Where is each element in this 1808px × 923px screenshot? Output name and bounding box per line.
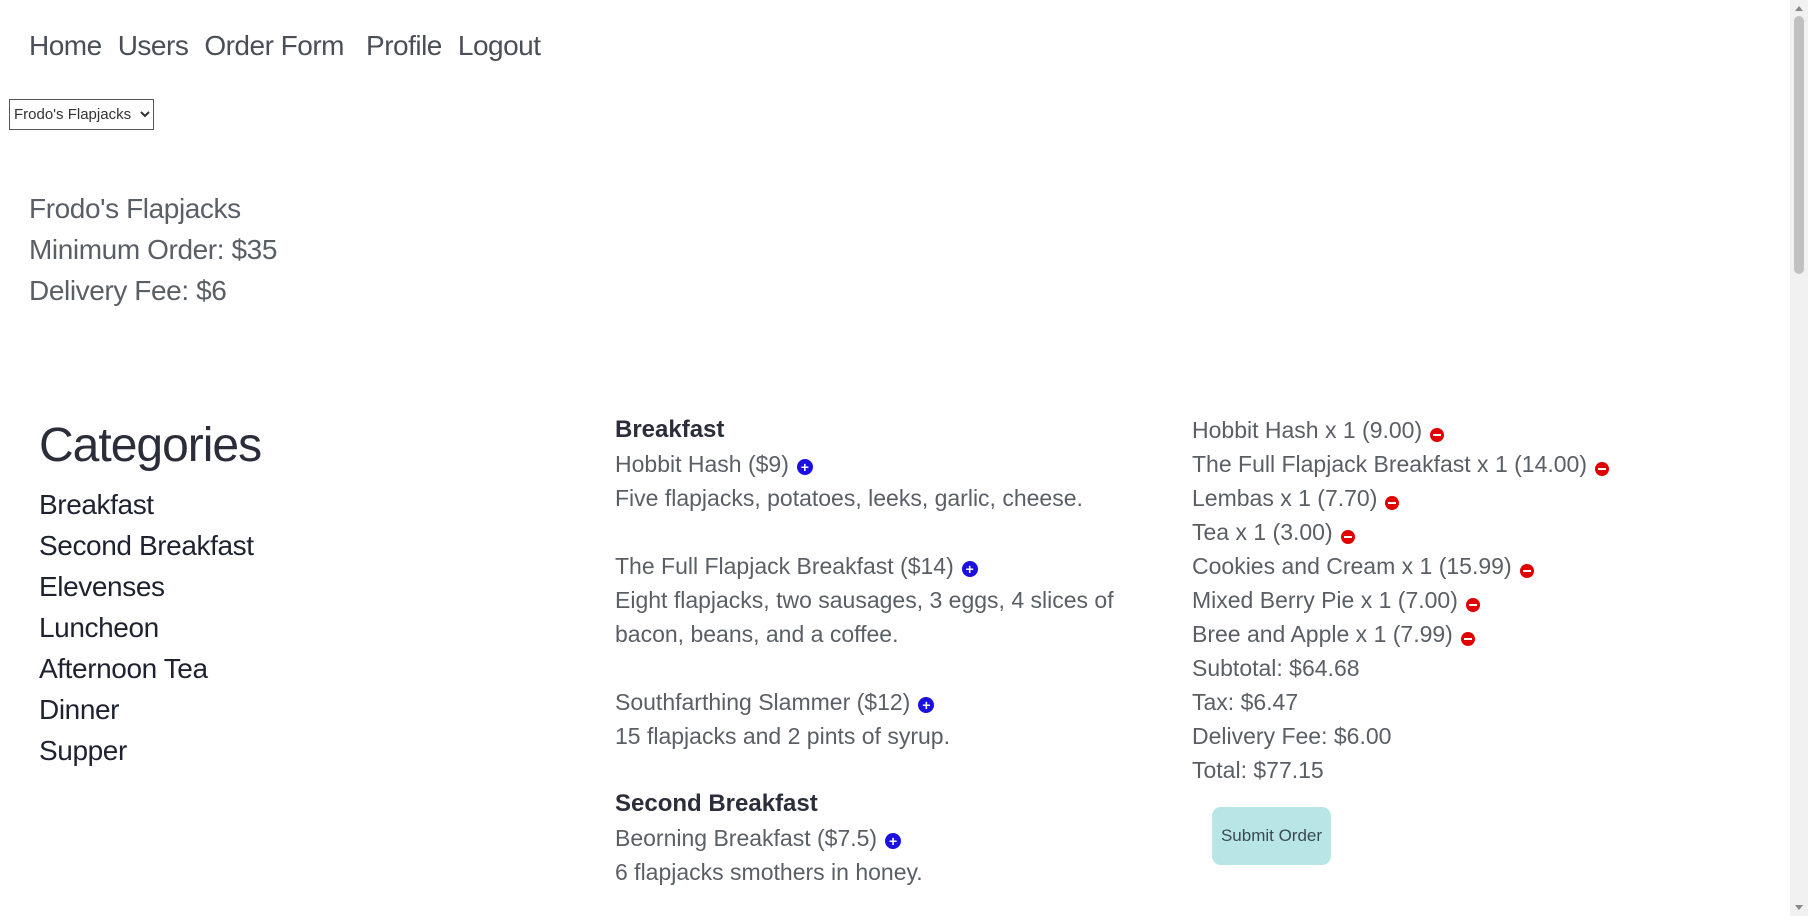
remove-item-icon[interactable] <box>1595 462 1609 476</box>
cart-total: Total: $77.15 <box>1192 757 1324 783</box>
menu-item-description: 6 flapjacks smothers in honey. <box>615 859 923 885</box>
menu-item-description: 15 flapjacks and 2 pints of syrup. <box>615 723 950 749</box>
nav-order-form-link[interactable]: Order Form <box>204 30 344 62</box>
cart-item-label: Cookies and Cream x 1 (15.99) <box>1192 553 1512 579</box>
restaurant-info: Frodo's Flapjacks Minimum Order: $35 Del… <box>29 188 277 311</box>
category-link-dinner[interactable]: Dinner <box>39 689 261 730</box>
cart-subtotal: Subtotal: $64.68 <box>1192 655 1360 681</box>
remove-item-icon[interactable] <box>1430 428 1445 442</box>
nav-logout-link[interactable]: Logout <box>458 30 541 62</box>
cart-item-label: Bree and Apple x 1 (7.99) <box>1192 621 1453 647</box>
remove-item-icon[interactable] <box>1460 632 1475 646</box>
vertical-scrollbar[interactable] <box>1790 0 1808 916</box>
cart-tax: Tax: $6.47 <box>1192 689 1299 715</box>
remove-item-icon[interactable] <box>1340 530 1355 544</box>
category-link-luncheon[interactable]: Luncheon <box>39 607 261 648</box>
cart-delivery-fee: Delivery Fee: $6.00 <box>1192 723 1392 749</box>
cart-item-label: The Full Flapjack Breakfast x 1 (14.00) <box>1192 451 1587 477</box>
minimum-order: Minimum Order: $35 <box>29 234 277 265</box>
menu-item-name: The Full Flapjack Breakfast ($14) <box>615 553 954 579</box>
cart-item: Lembas x 1 (7.70) <box>1192 481 1609 515</box>
menu-category-heading: Second Breakfast <box>615 790 818 817</box>
delivery-fee: Delivery Fee: $6 <box>29 275 227 306</box>
menu-item-name: Hobbit Hash ($9) <box>615 451 789 477</box>
menu-item-name: Southfarthing Slammer ($12) <box>615 689 911 715</box>
scroll-down-icon[interactable] <box>1795 905 1803 910</box>
menu-item-description: Five flapjacks, potatoes, leeks, garlic,… <box>615 485 1083 511</box>
cart-item: Hobbit Hash x 1 (9.00) <box>1192 413 1609 447</box>
scrollbar-thumb[interactable] <box>1794 16 1804 274</box>
menu-item: Southfarthing Slammer ($12) + 15 flapjack… <box>615 685 1165 753</box>
category-link-second-breakfast[interactable]: Second Breakfast <box>39 525 261 566</box>
top-nav: Home Users Order Form Profile Logout <box>29 30 541 62</box>
menu-item-name: Beorning Breakfast ($7.5) <box>615 825 878 851</box>
categories-panel: Categories Breakfast Second Breakfast El… <box>39 418 262 771</box>
cart-item-label: Hobbit Hash x 1 (9.00) <box>1192 417 1423 443</box>
menu-category-heading: Breakfast <box>615 416 725 443</box>
nav-profile-link[interactable]: Profile <box>366 30 442 62</box>
nav-users-link[interactable]: Users <box>118 30 189 62</box>
cart-item: Cookies and Cream x 1 (15.99) <box>1192 549 1609 583</box>
add-to-cart-icon[interactable]: + <box>796 459 813 475</box>
cart-item: Bree and Apple x 1 (7.99) <box>1192 617 1609 651</box>
cart-item: Mixed Berry Pie x 1 (7.00) <box>1192 583 1609 617</box>
cart-panel: Hobbit Hash x 1 (9.00) The Full Flapjack… <box>1192 413 1609 787</box>
add-to-cart-icon[interactable]: + <box>885 833 902 849</box>
menu-item-description: Eight flapjacks, two sausages, 3 eggs, 4… <box>615 587 1114 647</box>
remove-item-icon[interactable] <box>1519 564 1534 578</box>
scroll-up-icon[interactable] <box>1795 6 1803 11</box>
remove-item-icon[interactable] <box>1385 496 1400 510</box>
cart-item: Tea x 1 (3.00) <box>1192 515 1609 549</box>
nav-home-link[interactable]: Home <box>29 30 102 62</box>
restaurant-select[interactable]: Frodo's Flapjacks <box>9 99 154 130</box>
cart-item-label: Lembas x 1 (7.70) <box>1192 485 1378 511</box>
category-link-supper[interactable]: Supper <box>39 730 261 771</box>
add-to-cart-icon[interactable]: + <box>918 697 935 713</box>
submit-order-button[interactable]: Submit Order <box>1212 807 1331 865</box>
category-link-elevenses[interactable]: Elevenses <box>39 566 261 607</box>
menu-item: Hobbit Hash ($9) + Five flapjacks, potato… <box>615 447 1165 515</box>
cart-item-label: Mixed Berry Pie x 1 (7.00) <box>1192 587 1458 613</box>
restaurant-name: Frodo's Flapjacks <box>29 193 241 224</box>
cart-item: The Full Flapjack Breakfast x 1 (14.00) <box>1192 447 1609 481</box>
add-to-cart-icon[interactable]: + <box>961 561 978 577</box>
category-link-afternoon-tea[interactable]: Afternoon Tea <box>39 648 261 689</box>
remove-item-icon[interactable] <box>1465 598 1480 612</box>
category-link-breakfast[interactable]: Breakfast <box>39 484 261 525</box>
menu-item: Beorning Breakfast ($7.5) + 6 flapjacks s… <box>615 821 1165 889</box>
menu-item: The Full Flapjack Breakfast ($14) + Eight… <box>615 549 1165 651</box>
categories-heading: Categories <box>39 419 262 472</box>
cart-item-label: Tea x 1 (3.00) <box>1192 519 1333 545</box>
menu-panel: Breakfast Hobbit Hash ($9) + Five flapjac… <box>615 413 1165 923</box>
